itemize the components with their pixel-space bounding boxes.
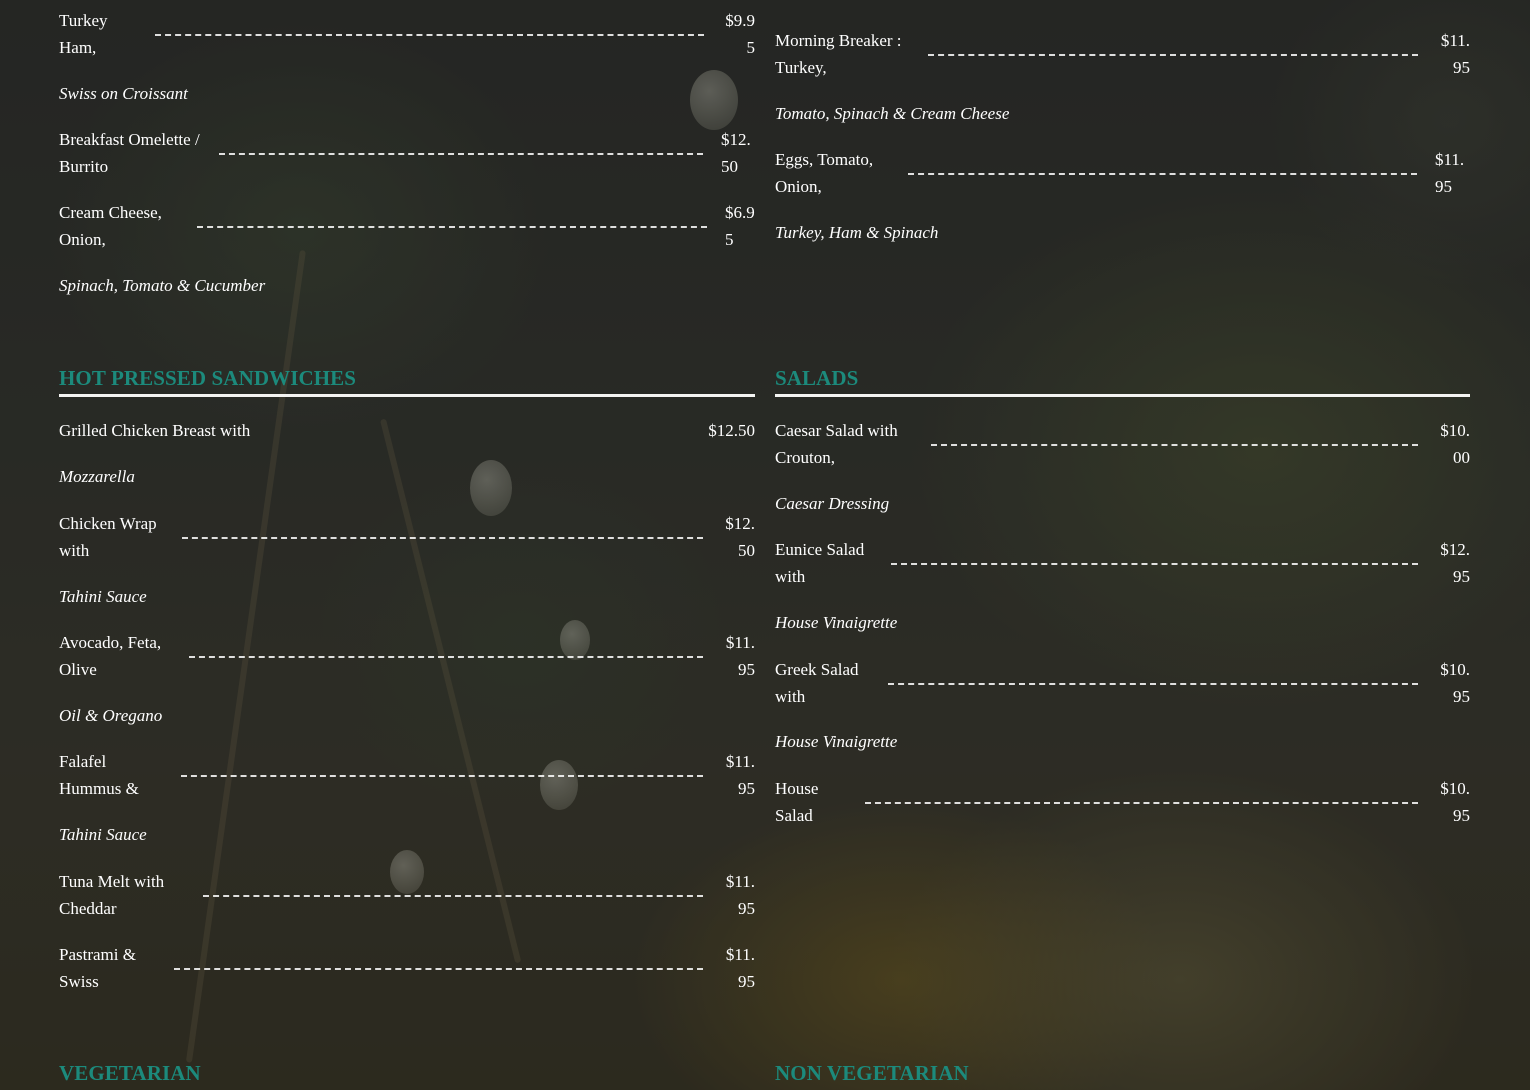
item-name: Eggs, Tomato, Onion,	[775, 150, 874, 196]
item-description: Spinach, Tomato & Cucumber	[59, 276, 266, 295]
menu-item: Avocado, Feta, Olive $11.95	[59, 630, 755, 683]
menu-item: Falafel Hummus & $11.95	[59, 749, 755, 802]
item-description: Mozzarella	[59, 467, 135, 486]
dotted-leader	[181, 774, 703, 777]
item-price: $10.95	[1440, 660, 1470, 706]
menu-item: Turkey Ham, $9.95	[59, 8, 755, 61]
item-name: Tuna Melt with Cheddar	[59, 872, 165, 918]
dotted-leader	[219, 152, 703, 155]
item-name: Eunice Salad with	[775, 540, 865, 586]
dotted-leader	[197, 225, 707, 228]
menu-item: Cream Cheese, Onion, $6.95	[59, 200, 755, 253]
item-description: Tahini Sauce	[59, 587, 147, 606]
item-price: $9.95	[725, 11, 755, 57]
item-description: Turkey, Ham & Spinach	[775, 223, 939, 242]
item-description: Tahini Sauce	[59, 825, 147, 844]
item-name: Falafel Hummus &	[59, 752, 139, 798]
dotted-leader	[888, 682, 1418, 685]
dotted-leader	[174, 967, 703, 970]
menu-item: Breakfast Omelette / Burrito $12.50	[59, 127, 755, 180]
dotted-leader	[203, 894, 703, 897]
section-divider	[775, 394, 1470, 397]
menu-item: Greek Salad with $10.95	[775, 657, 1470, 710]
section-title-non-vegetarian: NON VEGETARIAN	[775, 1061, 969, 1085]
section-title-hot-pressed: HOT PRESSED SANDWICHES	[59, 366, 357, 390]
section-title-salads: SALADS	[775, 366, 859, 390]
item-name: Breakfast Omelette / Burrito	[59, 130, 200, 176]
item-price: $11.95	[725, 633, 755, 679]
flower-bud	[470, 460, 512, 516]
item-name: Turkey Ham,	[59, 11, 108, 57]
menu-item: Eunice Salad with $12.95	[775, 537, 1470, 590]
dotted-leader	[189, 655, 703, 658]
item-description: Swiss on Croissant	[59, 84, 188, 103]
menu-item: Pastrami & Swiss $11.95	[59, 942, 755, 995]
menu-item: Caesar Salad with Crouton, $10.00	[775, 418, 1470, 471]
item-description: Tomato, Spinach & Cream Cheese	[775, 104, 1010, 123]
section-title-vegetarian: VEGETARIAN	[59, 1061, 201, 1085]
item-price: $10.00	[1440, 421, 1470, 467]
item-name: Greek Salad with	[775, 660, 859, 706]
menu-item: Eggs, Tomato, Onion, $11.95	[775, 147, 1470, 200]
item-name: Caesar Salad with Crouton,	[775, 421, 898, 467]
item-description: House Vinaigrette	[775, 732, 898, 751]
item-name: Avocado, Feta, Olive	[59, 633, 162, 679]
item-price: $12.95	[1440, 540, 1470, 586]
menu-item: Morning Breaker : Turkey, $11.95	[775, 28, 1470, 81]
item-price: $11.95	[725, 945, 755, 991]
item-name: Grilled Chicken Breast with	[59, 421, 251, 440]
dotted-leader	[908, 172, 1417, 175]
item-name: Morning Breaker : Turkey,	[775, 31, 902, 77]
item-name: House Salad	[775, 779, 819, 825]
section-divider	[59, 394, 755, 397]
dotted-leader	[182, 536, 703, 539]
menu-item: House Salad $10.95	[775, 776, 1470, 829]
menu-item: Chicken Wrap with $12.50	[59, 511, 755, 564]
item-description: Oil & Oregano	[59, 706, 163, 725]
item-price: $11.95	[725, 872, 755, 918]
item-name: Chicken Wrap with	[59, 514, 157, 560]
flower-bud	[690, 70, 738, 130]
dotted-leader	[891, 562, 1418, 565]
item-price: $12.50	[721, 130, 751, 176]
item-name: Cream Cheese, Onion,	[59, 203, 162, 249]
item-price: $6.95	[725, 203, 755, 249]
dotted-leader	[155, 33, 704, 36]
item-description: Caesar Dressing	[775, 494, 890, 513]
item-price: $12.50	[708, 421, 755, 440]
menu-item: Grilled Chicken Breast with $12.50	[59, 418, 755, 445]
item-price: $12.50	[725, 514, 755, 560]
item-price: $11.95	[725, 752, 755, 798]
dotted-leader	[865, 801, 1418, 804]
dotted-leader	[931, 443, 1418, 446]
item-price: $11.95	[1440, 31, 1470, 77]
item-description: House Vinaigrette	[775, 613, 898, 632]
item-price: $11.95	[1435, 150, 1465, 196]
dotted-leader	[928, 53, 1418, 56]
menu-item: Tuna Melt with Cheddar $11.95	[59, 869, 755, 922]
item-price: $10.95	[1440, 779, 1470, 825]
item-name: Pastrami & Swiss	[59, 945, 136, 991]
